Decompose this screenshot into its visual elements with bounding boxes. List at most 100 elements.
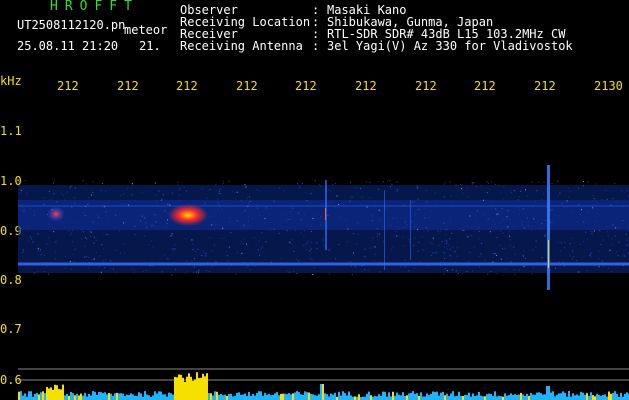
noise-pixel [217,193,219,194]
noise-pixel [398,228,400,230]
noise-pixel [327,215,329,217]
noise-pixel [69,260,71,262]
noise-pixel [610,204,612,206]
noise-pixel [518,207,520,209]
spectrum-bin [156,393,158,400]
noise-pixel [262,246,264,248]
noise-pixel [533,218,535,220]
noise-pixel [366,206,368,208]
noise-pixel [621,190,623,192]
noise-pixel [566,200,568,202]
noise-pixel [361,270,363,272]
spectrum-bin [590,392,592,400]
spectrum-bin [464,394,466,400]
spectrum-bin [48,388,50,400]
noise-pixel [449,221,451,223]
noise-pixel [34,214,36,216]
noise-pixel [404,221,406,223]
noise-pixel [303,244,305,246]
noise-pixel [144,235,146,237]
noise-pixel [369,197,371,199]
spectrum-bin [316,395,318,400]
antenna-label: Receiving Antenna [180,39,303,53]
noise-pixel [361,196,363,198]
noise-pixel [123,193,125,195]
noise-pixel [305,243,307,245]
noise-pixel [115,214,116,216]
noise-pixel [462,192,464,194]
noise-pixel [345,219,347,220]
spectrum-bin [294,392,296,400]
noise-pixel [537,181,539,183]
noise-pixel [527,225,529,227]
noise-pixel [470,252,472,254]
noise-pixel [195,271,197,273]
noise-pixel [370,247,372,249]
noise-pixel [403,245,405,247]
noise-pixel [602,239,604,241]
noise-pixel [470,235,472,237]
noise-pixel [40,249,41,251]
noise-pixel [413,260,415,262]
spectrum-bin [578,395,580,400]
noise-pixel [371,220,373,222]
noise-pixel [293,270,294,272]
noise-pixel [346,241,348,243]
noise-pixel [158,190,160,192]
noise-pixel [569,243,571,245]
noise-pixel [443,273,445,275]
meteor-streak [384,190,385,270]
noise-pixel [244,223,246,225]
noise-pixel [164,254,165,256]
noise-pixel [381,226,383,228]
noise-pixel [89,235,91,237]
spectrum-bin [268,393,270,400]
noise-pixel [134,234,136,236]
spectrum-bin [330,393,332,400]
spectrum-bin [188,373,190,400]
spectrum-bin [518,394,520,400]
noise-pixel [379,219,381,221]
noise-pixel [456,255,458,257]
spectrum-bin [470,396,472,400]
noise-pixel [171,192,173,194]
noise-pixel [486,181,488,183]
noise-pixel [33,210,35,212]
noise-pixel [550,260,552,262]
spectrum-bin [238,392,240,400]
noise-pixel [428,217,430,219]
noise-pixel [71,254,73,255]
noise-pixel [503,198,505,200]
noise-pixel [463,230,465,232]
spectrum-bin [146,394,148,400]
noise-pixel [462,229,464,231]
noise-pixel [91,259,93,261]
noise-pixel [193,266,195,268]
noise-pixel [222,227,224,229]
noise-pixel [298,212,300,214]
spectrum-bin [166,396,168,400]
spectrum-bin [196,372,198,400]
noise-pixel [186,260,188,262]
spectrum-bin [604,394,606,400]
noise-pixel [327,189,329,191]
noise-pixel [23,210,25,212]
noise-pixel [379,232,381,234]
spectrum-bin [570,396,572,400]
noise-pixel [201,188,203,190]
noise-pixel [378,234,380,235]
noise-pixel [559,241,561,243]
spectrum-bin [378,394,380,400]
spectrum-bin [54,384,56,400]
noise-pixel [519,213,521,215]
spectrum-bin [340,395,342,400]
noise-pixel [20,229,22,230]
noise-pixel [590,254,592,256]
spectrum-bin [160,391,162,400]
noise-pixel [502,232,504,234]
noise-pixel [481,242,483,244]
noise-pixel [167,203,169,205]
noise-core [18,200,629,230]
noise-pixel [590,252,592,254]
noise-pixel [69,218,71,220]
